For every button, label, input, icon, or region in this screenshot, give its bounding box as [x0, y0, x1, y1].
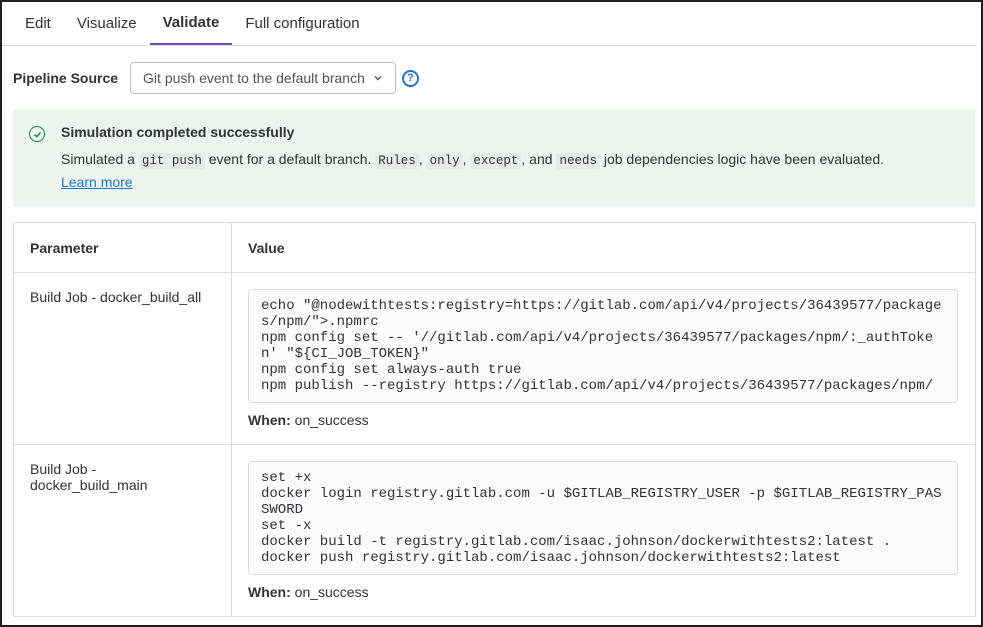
alert-title: Simulation completed successfully: [61, 124, 295, 140]
parameter-cell: Build Job - docker_build_all: [13, 272, 232, 445]
learn-more-link[interactable]: Learn more: [61, 174, 133, 190]
when-value: on_success: [294, 584, 369, 600]
job-script: set +x docker login registry.gitlab.com …: [248, 461, 958, 575]
pipeline-source-dropdown[interactable]: Git push event to the default branch: [130, 62, 396, 94]
value-cell: set +x docker login registry.gitlab.com …: [231, 444, 976, 617]
check-circle-icon: [29, 126, 45, 142]
column-header-value: Value: [231, 222, 976, 273]
value-cell: echo "@nodewithtests:registry=https://gi…: [231, 272, 976, 445]
tab-full-configuration[interactable]: Full configuration: [232, 2, 372, 44]
parameters-table: Parameter Value Build Job - docker_build…: [13, 222, 976, 617]
alert-text: event for a default branch.: [208, 151, 372, 167]
alert-code: only: [426, 153, 463, 169]
column-header-parameter: Parameter: [13, 222, 232, 273]
table-row: Build Job - docker_build_all echo "@node…: [13, 272, 976, 445]
alert-separator: ,: [462, 151, 467, 167]
alert-text: Simulated a: [61, 151, 135, 167]
alert-body: Simulated a git push event for a default…: [61, 149, 959, 193]
pipeline-source-row: Pipeline Source Git push event to the de…: [13, 62, 419, 94]
pipeline-source-selected: Git push event to the default branch: [143, 70, 365, 86]
parameter-cell: Build Job - docker_build_main: [13, 444, 232, 617]
pipeline-source-label: Pipeline Source: [13, 70, 119, 86]
tab-edit[interactable]: Edit: [12, 2, 64, 44]
table-row: Build Job - docker_build_main set +x doc…: [13, 444, 976, 617]
when-line: When: on_success: [248, 584, 959, 600]
when-label: When:: [248, 412, 291, 428]
help-icon[interactable]: ?: [401, 69, 419, 87]
alert-code: git push: [138, 153, 205, 169]
job-script: echo "@nodewithtests:registry=https://gi…: [248, 289, 958, 403]
table-header-row: Parameter Value: [13, 222, 976, 273]
tab-validate[interactable]: Validate: [149, 2, 233, 45]
alert-code: except: [470, 153, 522, 169]
alert-code: Rules: [375, 153, 419, 169]
alert-separator: ,: [418, 151, 423, 167]
alert-text: , and: [521, 151, 553, 167]
when-value: on_success: [294, 412, 369, 428]
chevron-down-icon: [374, 76, 382, 81]
when-line: When: on_success: [248, 412, 959, 428]
tab-bar: Edit Visualize Validate Full configurati…: [2, 2, 977, 46]
tab-visualize[interactable]: Visualize: [64, 2, 150, 44]
success-alert: Simulation completed successfully Simula…: [13, 109, 975, 207]
when-label: When:: [248, 584, 291, 600]
alert-text: job dependencies logic have been evaluat…: [603, 151, 885, 167]
alert-code: needs: [556, 153, 600, 169]
